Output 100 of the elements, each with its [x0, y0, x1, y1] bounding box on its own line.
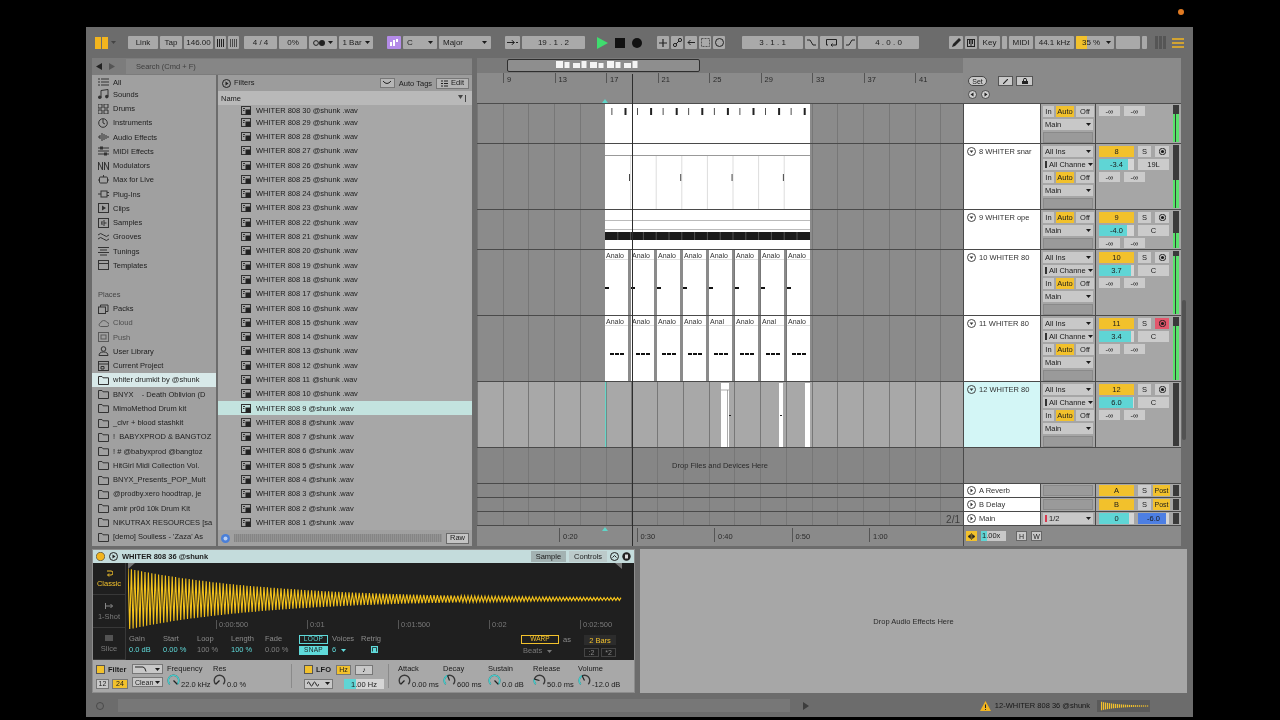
- folder-icon: [98, 417, 109, 428]
- arm-button[interactable]: [1155, 252, 1169, 263]
- punch-out-button[interactable]: [805, 36, 818, 49]
- note-dash-icon: [683, 286, 687, 289]
- record-icon[interactable]: [632, 37, 642, 48]
- folder-icon: [98, 474, 109, 485]
- level-meter: [1173, 485, 1179, 496]
- knob[interactable]: [488, 674, 501, 687]
- midi-clip[interactable]: [605, 104, 810, 143]
- expand-icon: [967, 486, 976, 495]
- punch-out-ramp-button[interactable]: [844, 36, 856, 49]
- midi-clip[interactable]: [605, 210, 810, 249]
- play-circle-icon[interactable]: [109, 552, 118, 561]
- lfo-toggle[interactable]: [304, 665, 313, 674]
- save-icon[interactable]: [622, 552, 631, 561]
- arm-button[interactable]: [1155, 212, 1169, 223]
- midi-map-button[interactable]: MIDI: [1009, 36, 1033, 49]
- right-circle-icon[interactable]: [981, 90, 990, 99]
- audio-file-icon: [241, 346, 251, 356]
- arm-button[interactable]: [1155, 384, 1169, 395]
- caret-icon: [1086, 189, 1091, 192]
- knob[interactable]: [533, 674, 546, 687]
- routing-field[interactable]: [1043, 238, 1093, 249]
- routing-field[interactable]: [1043, 132, 1093, 143]
- overdub-button[interactable]: [657, 36, 669, 49]
- filter-toggle[interactable]: [96, 665, 105, 674]
- left-circle-icon[interactable]: [968, 90, 977, 99]
- session-record-button[interactable]: [713, 36, 725, 49]
- note-dash-icon: [787, 286, 791, 289]
- audio-file-icon: [241, 131, 251, 141]
- note-dash-icon: [709, 286, 713, 289]
- plus-icon: [659, 38, 667, 47]
- scale-mode-dropdown[interactable]: Major: [439, 36, 491, 49]
- routing-field[interactable]: [1043, 485, 1093, 496]
- automation-arm-button[interactable]: [671, 36, 683, 49]
- play-icon[interactable]: [597, 36, 608, 49]
- scrollbar[interactable]: [1182, 300, 1186, 440]
- knob[interactable]: [398, 674, 411, 687]
- lock-icon: [1021, 78, 1028, 84]
- link-button[interactable]: Link: [128, 36, 158, 49]
- device-on-icon[interactable]: [96, 552, 105, 561]
- routing-field[interactable]: [1043, 198, 1093, 209]
- fold-icon: [967, 213, 976, 222]
- loop-start-field[interactable]: 3 . 1 . 1: [742, 36, 803, 49]
- filter-type-dropdown[interactable]: [132, 664, 163, 674]
- preview-icon[interactable]: [221, 533, 230, 543]
- nudge-up-button[interactable]: [228, 36, 239, 49]
- hot-swap-icon[interactable]: [610, 552, 619, 561]
- stop-icon[interactable]: [615, 37, 625, 48]
- loop-button[interactable]: [820, 36, 842, 49]
- nudge-down-button[interactable]: [215, 36, 226, 49]
- knob[interactable]: [213, 674, 226, 687]
- menu-icon[interactable]: [1172, 37, 1184, 48]
- auto-tags-toggle[interactable]: [379, 78, 395, 88]
- time-signature-field[interactable]: 4 / 4: [244, 36, 277, 49]
- position-field[interactable]: 19 . 1 . 2: [522, 36, 585, 49]
- caret-icon: [155, 680, 160, 684]
- audio-clip-fragments[interactable]: [605, 382, 810, 447]
- caret-icon: [1086, 361, 1091, 364]
- groove-amount-field[interactable]: 0%: [279, 36, 307, 49]
- caret-icon: [1106, 41, 1111, 44]
- arm-button[interactable]: [1155, 318, 1169, 329]
- knob[interactable]: [443, 674, 456, 687]
- pencil-icon: [951, 38, 961, 47]
- routing-field[interactable]: [1043, 370, 1093, 381]
- routing-field[interactable]: [1043, 499, 1093, 510]
- scale-toggle-button[interactable]: [387, 36, 401, 49]
- key-map-button[interactable]: Key: [979, 36, 1000, 49]
- draw-button[interactable]: [998, 76, 1013, 86]
- punch-in-button[interactable]: [505, 36, 520, 49]
- routing-field[interactable]: [1043, 304, 1093, 315]
- lfo-shape-dropdown[interactable]: [304, 678, 333, 689]
- retrig-checkbox[interactable]: [371, 646, 378, 653]
- capture-button[interactable]: [699, 36, 711, 49]
- template-icon: [98, 260, 109, 271]
- tempo-field[interactable]: 146.00: [184, 36, 213, 49]
- quantize-dropdown[interactable]: 1 Bar: [339, 36, 373, 49]
- left-arrow-icon[interactable]: [96, 63, 102, 70]
- folder-icon: [98, 460, 109, 471]
- panel-toggle-icon[interactable]: [95, 36, 108, 49]
- metronome-icon: [313, 39, 325, 46]
- keyboard-button[interactable]: [965, 36, 977, 49]
- note-dashes-icon: [687, 352, 702, 355]
- knob[interactable]: [578, 674, 591, 687]
- metronome-dropdown[interactable]: [309, 36, 337, 49]
- midi-clip[interactable]: [605, 144, 810, 209]
- loop-arrow-icon: [105, 569, 113, 578]
- tap-button[interactable]: Tap: [160, 36, 182, 49]
- draw-mode-button[interactable]: [949, 36, 963, 49]
- loop-length-field[interactable]: 4 . 0 . 0: [858, 36, 919, 49]
- fold-toggle-button[interactable]: [966, 531, 977, 541]
- knob[interactable]: [167, 674, 180, 687]
- re-enable-button[interactable]: [685, 36, 697, 49]
- waveform-icon: [98, 132, 109, 143]
- indicator-light: [1142, 36, 1147, 49]
- scale-root-dropdown[interactable]: C: [403, 36, 437, 49]
- arrangement-overview[interactable]: [477, 58, 963, 73]
- arm-button[interactable]: [1155, 146, 1169, 157]
- routing-field[interactable]: [1043, 436, 1093, 447]
- lock-button[interactable]: [1016, 76, 1033, 86]
